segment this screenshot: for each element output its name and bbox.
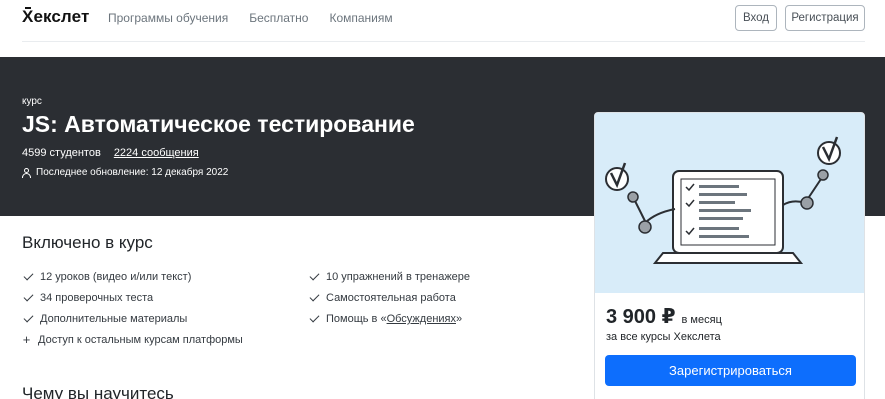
feature-text: Помощь в «Обсуждениях» xyxy=(326,313,462,325)
last-updated: Последнее обновление: 12 декабря 2022 xyxy=(22,167,228,178)
learn-title: Чему вы научитесь xyxy=(22,384,174,399)
students-count: 4599 студентов xyxy=(22,147,101,159)
feature-text-prefix: Помощь в « xyxy=(326,313,387,325)
messages-link[interactable]: 2224 сообщения xyxy=(114,147,199,159)
check-icon xyxy=(23,291,34,302)
feature-text-suffix: » xyxy=(456,313,463,325)
feature-item: 10 упражнений в тренажере xyxy=(309,270,471,283)
plus-icon: + xyxy=(22,332,31,347)
feature-text: Дополнительные материалы xyxy=(40,313,188,325)
logo-text: Хекслет xyxy=(22,7,90,26)
price-note: за все курсы Хекслета xyxy=(606,331,721,343)
login-button[interactable]: Вход xyxy=(735,5,777,31)
feature-text: 10 упражнений в тренажере xyxy=(326,271,471,283)
price-period: в месяц xyxy=(681,314,722,326)
included-title: Включено в курс xyxy=(22,233,153,252)
price-amount: 3 900 ₽ xyxy=(606,306,676,328)
last-updated-text: Последнее обновление: 12 декабря 2022 xyxy=(36,167,229,178)
feature-item: 12 уроков (видео и/или текст) xyxy=(23,270,192,283)
main-nav: Программы обучения Бесплатно Компаниям xyxy=(108,11,393,25)
course-illustration xyxy=(595,113,864,293)
check-icon xyxy=(309,291,320,302)
feature-text: Доступ к остальным курсам платформы xyxy=(38,334,243,346)
laptop-robot-illustration xyxy=(605,136,841,264)
nav-companies[interactable]: Компаниям xyxy=(329,11,392,25)
register-button[interactable]: Регистрация xyxy=(785,5,865,31)
header-divider xyxy=(22,41,865,42)
check-icon xyxy=(23,270,34,281)
check-icon xyxy=(309,270,320,281)
feature-text: 34 проверочных теста xyxy=(40,292,154,304)
signup-button[interactable]: Зарегистрироваться xyxy=(605,355,856,386)
feature-item: Самостоятельная работа xyxy=(309,291,456,304)
logo-accent xyxy=(25,7,31,9)
check-icon xyxy=(23,312,34,323)
discussions-link[interactable]: Обсуждениях xyxy=(387,313,456,325)
check-icon xyxy=(309,312,320,323)
logo[interactable]: Хекслет xyxy=(22,7,89,27)
nav-free[interactable]: Бесплатно xyxy=(249,11,308,25)
price-block: 3 900 ₽ в месяц xyxy=(606,304,722,329)
feature-item: 34 проверочных теста xyxy=(23,291,154,304)
course-kicker: курс xyxy=(22,96,42,107)
site-header: Хекслет Программы обучения Бесплатно Ком… xyxy=(0,0,885,36)
feature-text: 12 уроков (видео и/или текст) xyxy=(40,271,192,283)
feature-item: + Доступ к остальным курсам платформы xyxy=(22,332,243,347)
feature-item: Дополнительные материалы xyxy=(23,312,188,325)
nav-programs[interactable]: Программы обучения xyxy=(108,11,228,25)
pricing-card: 3 900 ₽ в месяц за все курсы Хекслета За… xyxy=(594,112,865,399)
course-stats: 4599 студентов 2224 сообщения xyxy=(22,147,199,159)
user-edit-icon xyxy=(22,167,32,178)
feature-item: Помощь в «Обсуждениях» xyxy=(309,312,462,325)
feature-text: Самостоятельная работа xyxy=(326,292,456,304)
course-title: JS: Автоматическое тестирование xyxy=(22,111,415,137)
